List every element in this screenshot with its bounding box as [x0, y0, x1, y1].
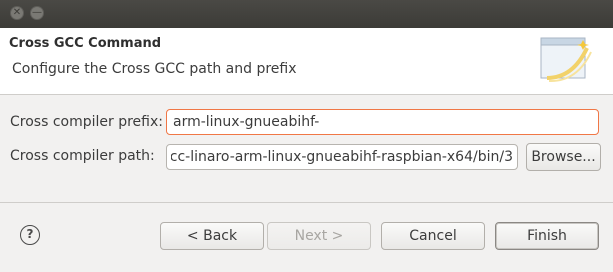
cancel-button[interactable]: Cancel — [381, 222, 485, 250]
help-icon[interactable]: ? — [20, 225, 40, 245]
minimize-icon[interactable]: — — [30, 6, 44, 20]
wizard-header: Cross GCC Command Configure the Cross GC… — [0, 28, 613, 94]
page-description: Configure the Cross GCC path and prefix — [12, 61, 297, 77]
prefix-input[interactable] — [166, 109, 599, 135]
footer-divider — [0, 202, 613, 203]
close-icon[interactable]: ✕ — [10, 6, 24, 20]
path-input[interactable] — [166, 144, 518, 170]
page-title: Cross GCC Command — [9, 36, 162, 51]
next-button[interactable]: Next > — [267, 222, 371, 250]
prefix-label: Cross compiler prefix: — [10, 114, 163, 130]
browse-button[interactable]: Browse... — [526, 143, 601, 171]
finish-button[interactable]: Finish — [495, 222, 599, 250]
path-label: Cross compiler path: — [10, 148, 155, 164]
back-button[interactable]: < Back — [160, 222, 264, 250]
wizard-banner-icon — [540, 37, 592, 83]
title-bar: ✕ — — [0, 0, 613, 28]
header-divider — [0, 94, 613, 95]
